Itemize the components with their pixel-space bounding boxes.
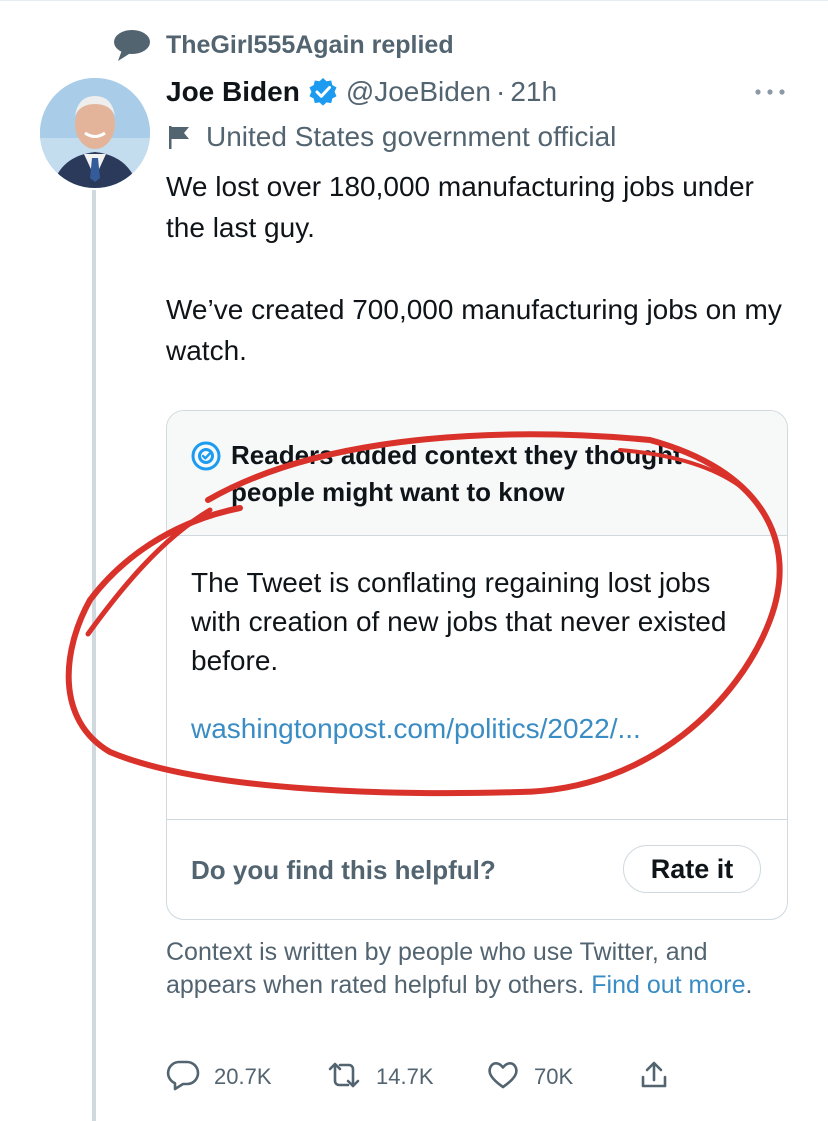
community-note-divider xyxy=(167,819,787,820)
like-count: 70K xyxy=(534,1064,574,1089)
tweet-header: Joe Biden @JoeBiden · 21h xyxy=(166,72,557,112)
share-button[interactable] xyxy=(638,1058,670,1096)
reply-button[interactable]: 20.7K xyxy=(166,1058,272,1096)
community-note-title: Readers added context they thought peopl… xyxy=(231,440,682,507)
tweet-paragraph: We’ve created 700,000 manufacturing jobs… xyxy=(166,294,782,366)
thread-line xyxy=(92,190,96,1121)
heart-icon xyxy=(486,1059,520,1096)
social-context[interactable]: TheGirl555Again replied xyxy=(112,28,454,62)
context-footer: Context is written by people who use Twi… xyxy=(166,936,796,1002)
retweet-count: 14.7K xyxy=(376,1064,434,1089)
separator-dot: · xyxy=(496,76,506,107)
flag-icon xyxy=(166,123,192,151)
speech-bubble-icon xyxy=(112,28,152,62)
verified-badge-icon xyxy=(308,77,338,107)
rate-it-button[interactable]: Rate it xyxy=(623,845,761,893)
account-label[interactable]: United States government official xyxy=(166,118,616,156)
reply-icon xyxy=(166,1059,200,1096)
community-note-header: Readers added context they thought peopl… xyxy=(167,411,787,536)
tweet-paragraph: We lost over 180,000 manufacturing jobs … xyxy=(166,171,754,243)
top-divider xyxy=(0,0,828,1)
more-icon[interactable] xyxy=(752,82,788,102)
display-name[interactable]: Joe Biden xyxy=(166,76,300,108)
social-context-text: TheGirl555Again replied xyxy=(166,30,454,59)
like-button[interactable]: 70K xyxy=(486,1058,573,1096)
retweet-icon xyxy=(326,1059,362,1096)
reply-count: 20.7K xyxy=(214,1064,272,1089)
community-notes-icon xyxy=(191,441,221,471)
retweet-button[interactable]: 14.7K xyxy=(326,1058,434,1096)
avatar[interactable] xyxy=(40,78,150,188)
tweet-text: We lost over 180,000 manufacturing jobs … xyxy=(166,166,786,371)
community-note-card: Readers added context they thought peopl… xyxy=(166,410,788,920)
community-note-source-link[interactable]: washingtonpost.com/politics/2022/... xyxy=(191,713,763,745)
find-out-more-link[interactable]: Find out more xyxy=(591,971,745,999)
share-icon xyxy=(638,1059,670,1096)
context-footer-period: . xyxy=(745,971,753,999)
timestamp[interactable]: 21h xyxy=(510,76,557,108)
helpful-question: Do you find this helpful? xyxy=(191,855,496,885)
community-note-body: The Tweet is conflating regaining lost j… xyxy=(191,567,727,676)
handle[interactable]: @JoeBiden xyxy=(346,76,491,108)
account-label-text: United States government official xyxy=(206,121,617,152)
